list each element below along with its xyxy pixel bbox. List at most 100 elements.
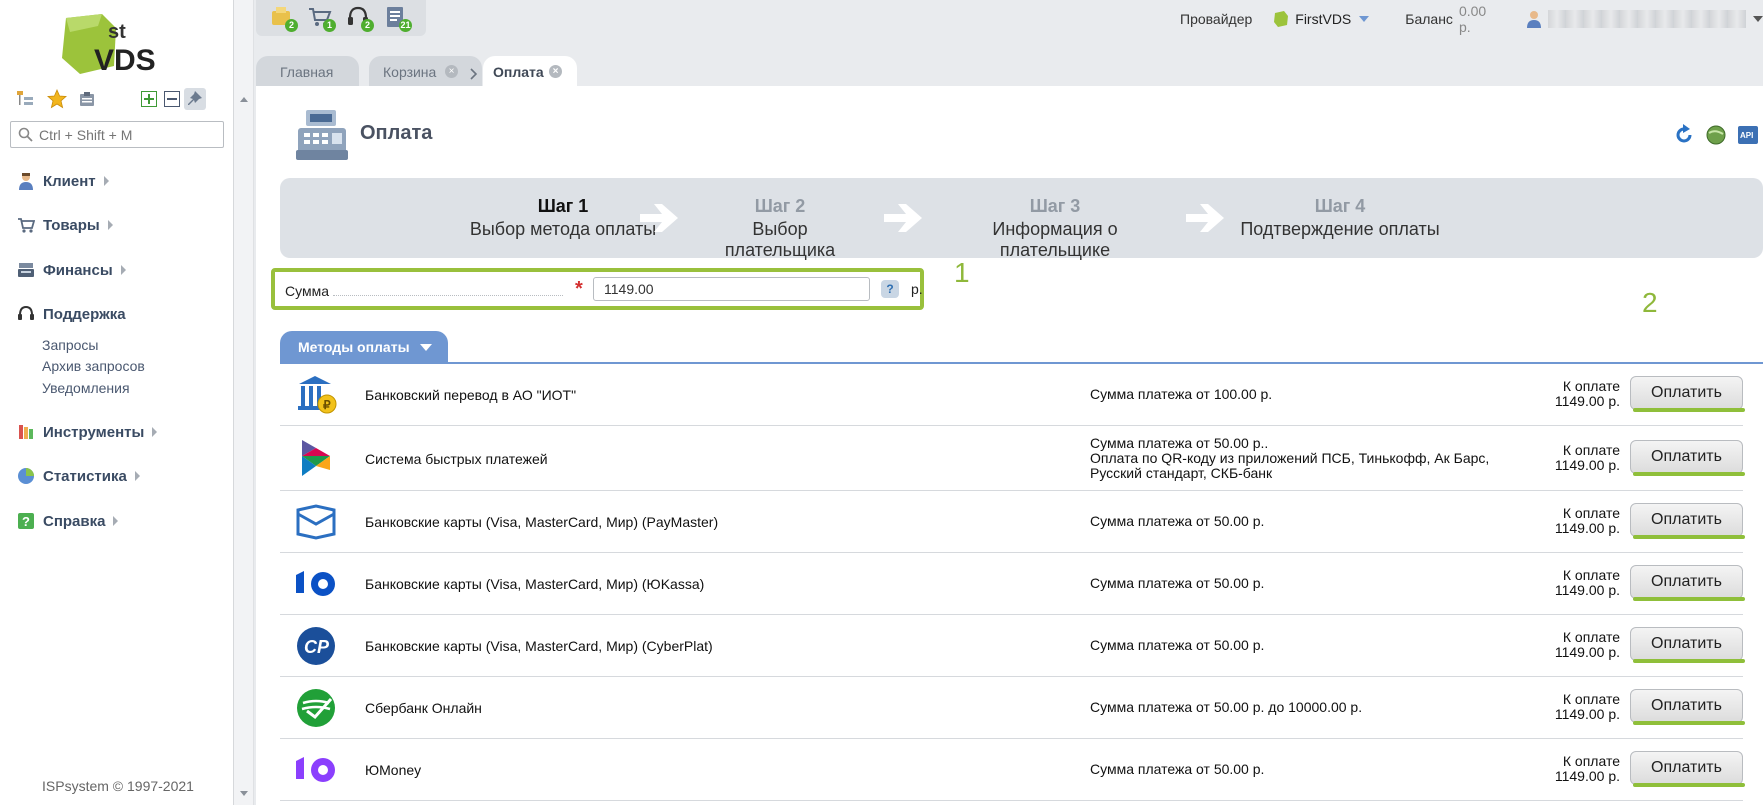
firstvds-logo[interactable]: st VDS — [58, 12, 178, 78]
balance-value: 0.00 р. — [1458, 3, 1487, 35]
refresh-icon[interactable] — [1673, 124, 1695, 149]
expand-all-icon[interactable] — [138, 88, 160, 110]
badge: 2 — [285, 19, 298, 32]
method-desc: Сумма платежа от 50.00 р. до 10000.00 р. — [1090, 699, 1363, 715]
pay-button[interactable]: Оплатить — [1630, 503, 1743, 537]
method-name: Банковские карты (Visa, MasterCard, Мир)… — [365, 576, 705, 592]
sum-input[interactable] — [593, 277, 870, 301]
provider-selector[interactable]: FirstVDS — [1272, 10, 1371, 28]
logo-sup: st — [108, 21, 126, 43]
tab-payment[interactable]: Оплата × — [483, 56, 577, 87]
submenu-item-requests[interactable]: Запросы — [42, 337, 98, 353]
pay-button[interactable]: Оплатить — [1630, 440, 1743, 474]
user-menu[interactable] — [1524, 9, 1763, 29]
method-desc: Сумма платежа от 50.00 р. — [1090, 513, 1265, 529]
menu-item-tools[interactable]: Инструменты — [16, 420, 158, 444]
sum-field-group: Сумма * ? р. — [271, 268, 924, 310]
pay-amount: К оплате 1149.00 р. — [1510, 443, 1620, 473]
chevron-down-icon — [419, 343, 432, 351]
pay-button[interactable]: Оплатить — [1630, 627, 1743, 661]
clipboard-icon[interactable] — [76, 88, 98, 110]
submenu-item-request-archive[interactable]: Архив запросов — [42, 358, 145, 374]
method-desc: Сумма платежа от 50.00 р. — [1090, 761, 1265, 777]
payment-method-row: Система быстрых платежей Сумма платежа о… — [280, 427, 1745, 491]
pin-icon[interactable] — [184, 88, 206, 110]
required-marker: * — [575, 278, 583, 300]
page-title: Оплата — [360, 122, 433, 144]
menu-item-support[interactable]: Поддержка — [16, 302, 126, 326]
menu-item-stats[interactable]: Статистика — [16, 464, 140, 488]
highlight-underline — [1633, 535, 1745, 539]
collapse-all-icon[interactable] — [161, 88, 183, 110]
menu-item-client[interactable]: Клиент — [16, 169, 109, 193]
finance-icon — [16, 260, 36, 280]
menu-label: Поддержка — [43, 305, 126, 323]
annotation-1: 1 — [954, 257, 970, 288]
scroll-up-icon — [240, 97, 248, 102]
pay-value: 1149.00 р. — [1554, 582, 1620, 598]
api-icon[interactable]: API — [1737, 124, 1759, 149]
step-number: Шаг 2 — [754, 196, 806, 216]
copyright: ISPsystem © 1997-2021 — [42, 778, 194, 794]
paymaster-icon — [294, 500, 338, 544]
sbp-icon — [294, 436, 338, 480]
method-desc: Сумма платежа от 50.00 р. — [1090, 637, 1265, 653]
tab-cart[interactable]: Корзина × — [369, 56, 482, 87]
yoomoney-icon — [294, 748, 338, 792]
map-globe-icon[interactable] — [1705, 124, 1727, 149]
menu-item-products[interactable]: Товары — [16, 213, 113, 237]
close-icon[interactable]: × — [549, 65, 562, 78]
help-icon[interactable]: ? — [881, 280, 899, 298]
chevron-right-icon — [107, 220, 113, 230]
svg-text:API: API — [1740, 131, 1753, 140]
payment-steps: Шаг 1 Выбор метода оплаты Шаг 2 Выбор пл… — [280, 178, 1763, 261]
pay-label: К оплате — [1562, 378, 1620, 394]
pay-label: К оплате — [1562, 691, 1620, 707]
cart-icon[interactable]: 1 — [308, 5, 336, 32]
help-icon: ? — [16, 511, 36, 531]
dotted-leader — [333, 295, 563, 296]
new-items-icon[interactable]: 2 — [270, 5, 298, 32]
method-name: Банковские карты (Visa, MasterCard, Мир)… — [365, 638, 713, 654]
quick-icons-bar: 2 1 2 21 — [256, 0, 426, 36]
invoices-icon[interactable]: 21 — [384, 5, 412, 32]
menu-item-finance[interactable]: Финансы — [16, 258, 126, 282]
pay-value: 1149.00 р. — [1554, 768, 1620, 784]
pay-button[interactable]: Оплатить — [1630, 689, 1743, 723]
pay-amount: К оплате 1149.00 р. — [1510, 630, 1620, 660]
payment-method-row: ЮMoney Сумма платежа от 50.00 р. К оплат… — [280, 739, 1745, 801]
yookassa-icon — [294, 562, 338, 606]
pay-amount: К оплате 1149.00 р. — [1510, 568, 1620, 598]
support-headset-icon[interactable]: 2 — [346, 5, 374, 32]
tools-icon — [16, 422, 36, 442]
payment-methods-tab[interactable]: Методы оплаты — [280, 331, 448, 363]
headset-icon — [16, 304, 36, 324]
favorites-star-icon[interactable] — [46, 88, 68, 110]
menu-search[interactable] — [10, 121, 224, 148]
menu-search-input[interactable] — [39, 125, 219, 144]
pay-amount: К оплате 1149.00 р. — [1510, 379, 1620, 409]
balance-label: Баланс — [1405, 11, 1453, 27]
badge: 21 — [399, 19, 412, 32]
svg-text:CP: CP — [304, 637, 330, 657]
tab-home[interactable]: Главная — [256, 56, 359, 87]
menu-label: Товары — [43, 216, 100, 234]
close-icon[interactable]: × — [445, 65, 458, 78]
step-label: Подтверждение оплаты — [1240, 219, 1440, 239]
highlight-underline — [1633, 721, 1745, 725]
pay-button[interactable]: Оплатить — [1630, 751, 1743, 785]
menu-label: Статистика — [43, 467, 127, 485]
pay-amount: К оплате 1149.00 р. — [1510, 506, 1620, 536]
submenu-item-notifications[interactable]: Уведомления — [42, 380, 130, 396]
svg-text:₽: ₽ — [323, 398, 331, 412]
step-2: Шаг 2 Выбор плательщика — [700, 196, 860, 261]
bank-transfer-icon: ₽ — [294, 373, 338, 417]
chevron-right-icon — [134, 471, 140, 481]
pay-value: 1149.00 р. — [1554, 644, 1620, 660]
pay-button[interactable]: Оплатить — [1630, 565, 1743, 599]
payment-method-row: Сбербанк Онлайн Сумма платежа от 50.00 р… — [280, 677, 1745, 739]
sidebar-scrollbar[interactable] — [234, 0, 254, 805]
menu-item-help[interactable]: ? Справка — [16, 509, 119, 533]
pay-button[interactable]: Оплатить — [1630, 376, 1743, 410]
tree-view-icon[interactable] — [14, 88, 36, 110]
